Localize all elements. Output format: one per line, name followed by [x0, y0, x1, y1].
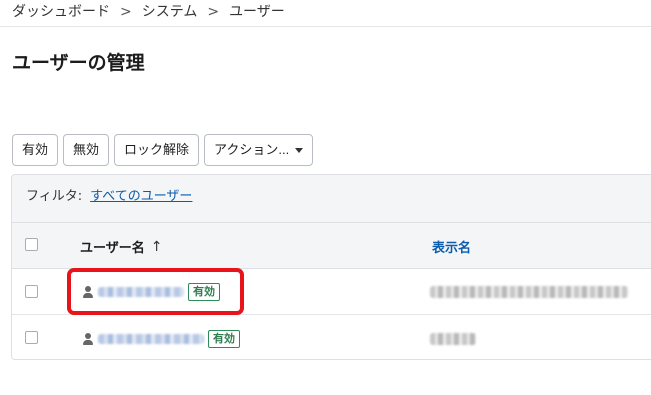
username-link-redacted[interactable] [98, 334, 204, 344]
row-checkbox[interactable] [25, 285, 38, 298]
users-table-panel: フィルタ: すべてのユーザー ユーザー名 ↑ 表示名 有効 有効 [11, 174, 651, 360]
disable-button[interactable]: 無効 [63, 134, 110, 166]
breadcrumb-system[interactable]: システム [142, 4, 198, 20]
filter-label: フィルタ: [26, 189, 83, 204]
breadcrumb-users: ユーザー [229, 4, 285, 20]
header-divider [0, 26, 651, 27]
breadcrumb-separator: > [120, 4, 132, 20]
column-username-label: ユーザー名 [80, 241, 145, 256]
unlock-button[interactable]: ロック解除 [114, 134, 200, 166]
actions-label: アクション... [214, 142, 290, 157]
status-badge: 有効 [208, 330, 240, 348]
filter-bar: フィルタ: すべてのユーザー [12, 175, 651, 223]
toolbar: 有効 無効 ロック解除 アクション... [12, 134, 314, 166]
display-name-redacted [430, 286, 628, 298]
table-row: 有効 [12, 315, 651, 359]
filter-value-link[interactable]: すべてのユーザー [90, 185, 192, 204]
user-icon [82, 333, 94, 345]
display-name-redacted [430, 333, 476, 345]
table-header: ユーザー名 ↑ 表示名 [12, 223, 651, 269]
sort-ascending-icon: ↑ [150, 238, 163, 255]
select-all-checkbox[interactable] [25, 238, 38, 251]
column-header-display-name[interactable]: 表示名 [432, 237, 471, 256]
breadcrumb-dashboard[interactable]: ダッシュボード [12, 4, 110, 20]
highlight-annotation-box [67, 268, 244, 315]
actions-dropdown-button[interactable]: アクション... [204, 134, 314, 166]
column-header-username[interactable]: ユーザー名 ↑ [80, 237, 163, 257]
enable-button[interactable]: 有効 [12, 134, 59, 166]
chevron-down-icon [295, 147, 304, 153]
row-checkbox[interactable] [25, 331, 38, 344]
breadcrumb-separator: > [207, 4, 220, 20]
username-cell: 有効 [82, 330, 240, 348]
page-title: ユーザーの管理 [12, 52, 145, 74]
breadcrumb: ダッシュボード > システム > ユーザー [12, 2, 285, 22]
